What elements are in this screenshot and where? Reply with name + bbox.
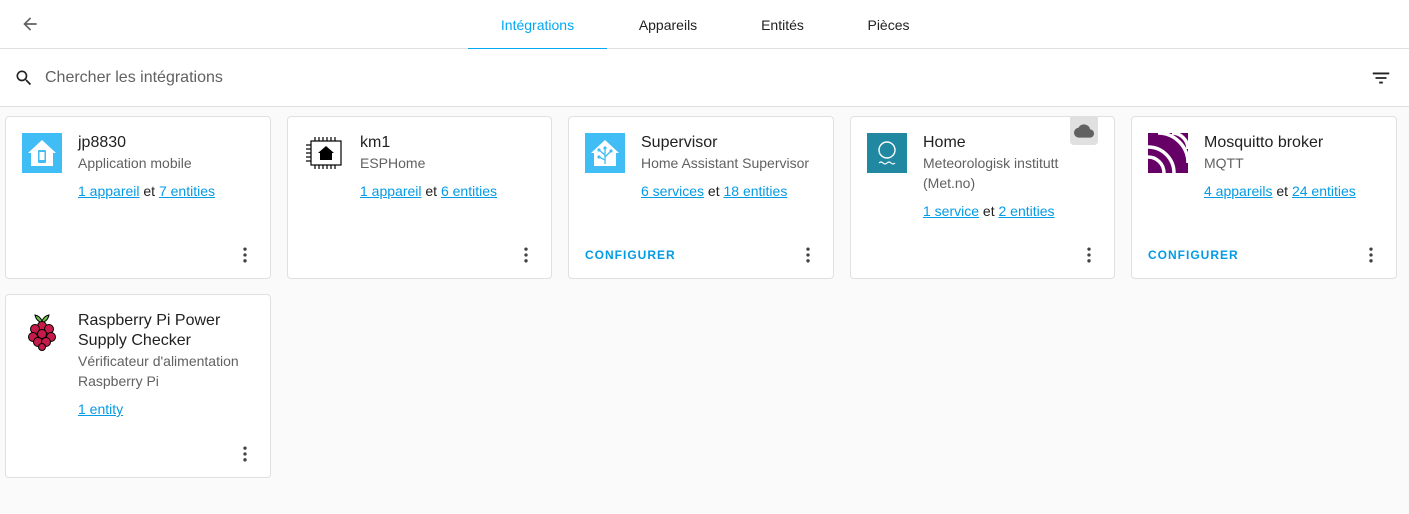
entities-link[interactable]: 7 entities [159, 183, 215, 199]
search-bar [0, 49, 1409, 107]
search-icon [16, 70, 32, 86]
integration-card-km1[interactable]: km1 ESPHome 1 appareil et 6 entities [287, 116, 552, 279]
tab-areas[interactable]: Pièces [836, 0, 941, 49]
card-title: Supervisor [641, 134, 718, 151]
integration-card-home[interactable]: Home Meteorologisk institutt (Met.no) 1 … [850, 116, 1115, 279]
card-title: Raspberry Pi Power Supply Checker [78, 312, 221, 349]
entities-link[interactable]: 24 entities [1292, 183, 1356, 199]
card-links: 6 services et 18 entities [641, 183, 788, 199]
filter-icon [1372, 72, 1390, 84]
entities-link[interactable]: 6 entities [441, 183, 497, 199]
mobile-app-icon [22, 133, 62, 173]
card-links: 1 appareil et 7 entities [78, 183, 216, 199]
more-vertical-icon [243, 247, 247, 263]
tab-entities[interactable]: Entités [729, 0, 836, 49]
raspberry-pi-icon [22, 311, 62, 351]
entities-link[interactable]: 2 entities [999, 203, 1055, 219]
card-subtitle: Meteorologisk institutt (Met.no) [923, 155, 1059, 191]
more-vertical-icon [524, 247, 528, 263]
services-link[interactable]: 6 services [641, 183, 704, 199]
more-vertical-icon [1369, 247, 1373, 263]
overflow-menu-button[interactable] [1078, 244, 1100, 266]
integration-card-mosquitto[interactable]: Mosquitto broker MQTT 4 appareils et 24 … [1131, 116, 1397, 279]
devices-link[interactable]: 4 appareils [1204, 183, 1273, 199]
configure-button[interactable]: CONFIGURER [585, 248, 676, 262]
filter-button[interactable] [1367, 66, 1395, 90]
card-subtitle: MQTT [1204, 155, 1244, 171]
entities-link[interactable]: 18 entities [724, 183, 788, 199]
tab-integrations[interactable]: Intégrations [468, 0, 607, 50]
card-links: 1 entity [78, 399, 123, 419]
arrow-left-icon [23, 17, 37, 31]
more-vertical-icon [806, 247, 810, 263]
tab-devices[interactable]: Appareils [607, 0, 729, 49]
more-vertical-icon [1087, 247, 1091, 263]
card-links: 1 service et 2 entities [923, 203, 1055, 219]
overflow-menu-button[interactable] [234, 443, 256, 465]
overflow-menu-button[interactable] [1360, 244, 1382, 266]
back-button[interactable] [14, 8, 46, 40]
overflow-menu-button[interactable] [515, 244, 537, 266]
integration-card-jp8830[interactable]: jp8830 Application mobile 1 appareil et … [5, 116, 271, 279]
more-vertical-icon [243, 446, 247, 462]
card-subtitle: Application mobile [78, 155, 192, 171]
card-title: Home [923, 134, 966, 151]
card-links: 1 appareil et 6 entities [360, 183, 498, 199]
overflow-menu-button[interactable] [797, 244, 819, 266]
card-subtitle: Vérificateur d'alimentation Raspberry Pi [78, 353, 239, 389]
integration-card-supervisor[interactable]: Supervisor Home Assistant Supervisor 6 s… [568, 116, 834, 279]
esphome-icon [304, 133, 344, 173]
card-subtitle: ESPHome [360, 155, 426, 171]
card-title: km1 [360, 134, 391, 151]
card-title: jp8830 [78, 134, 127, 151]
cloud-icon [1070, 117, 1098, 145]
supervisor-icon [585, 133, 625, 173]
overflow-menu-button[interactable] [234, 244, 256, 266]
card-links: 4 appareils et 24 entities [1204, 183, 1356, 199]
mqtt-icon [1147, 131, 1190, 174]
card-title: Mosquitto broker [1204, 134, 1324, 151]
entities-link[interactable]: 1 entity [78, 401, 123, 417]
top-bar: Intégrations Appareils Entités Pièces [0, 0, 1409, 50]
card-subtitle: Home Assistant Supervisor [641, 155, 810, 171]
integration-card-raspberry-pi[interactable]: Raspberry Pi Power Supply Checker Vérifi… [5, 294, 271, 478]
configure-button[interactable]: CONFIGURER [1148, 248, 1239, 262]
services-link[interactable]: 1 service [923, 203, 979, 219]
devices-link[interactable]: 1 appareil [360, 183, 422, 199]
met-icon [867, 133, 907, 173]
search-input[interactable] [45, 65, 845, 91]
devices-link[interactable]: 1 appareil [78, 183, 140, 199]
